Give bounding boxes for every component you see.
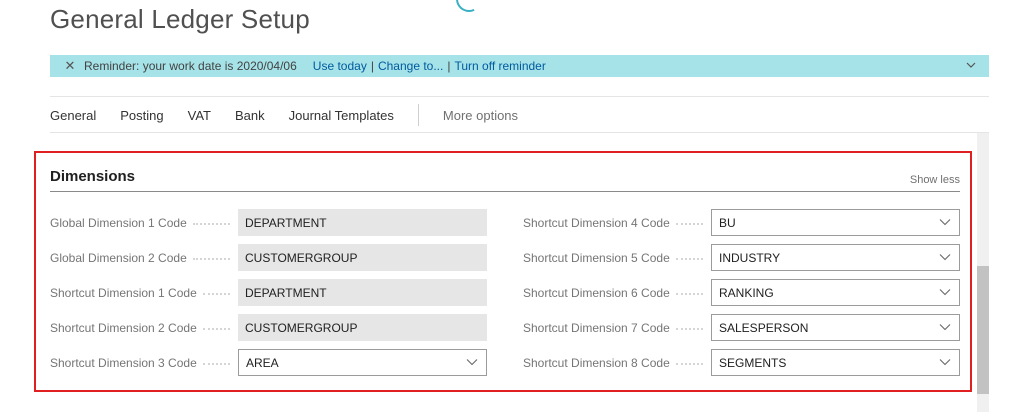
use-today-link[interactable]: Use today bbox=[313, 59, 367, 73]
select-value: AREA bbox=[246, 355, 279, 370]
loading-spinner-icon bbox=[452, 0, 486, 16]
field-leader-dots bbox=[675, 257, 703, 260]
field-leader-dots bbox=[202, 362, 230, 365]
field-leader-dots bbox=[192, 222, 230, 225]
field-leader-dots bbox=[675, 292, 703, 295]
action-general[interactable]: General bbox=[50, 108, 96, 123]
select-value: BU bbox=[719, 215, 736, 230]
chevron-down-icon[interactable] bbox=[939, 358, 951, 366]
action-bar: General Posting VAT Bank Journal Templat… bbox=[50, 100, 518, 130]
shortcut-dimension-8-select[interactable]: SEGMENTS bbox=[711, 349, 960, 376]
action-posting[interactable]: Posting bbox=[120, 108, 163, 123]
field-shortcut-dimension-3: Shortcut Dimension 3 Code AREA bbox=[50, 349, 487, 376]
shortcut-dimension-6-select[interactable]: RANKING bbox=[711, 279, 960, 306]
show-less-link[interactable]: Show less bbox=[910, 174, 960, 186]
scrollbar-thumb[interactable] bbox=[977, 266, 989, 394]
field-global-dimension-1: Global Dimension 1 Code DEPARTMENT bbox=[50, 209, 487, 236]
field-label: Shortcut Dimension 8 Code bbox=[523, 355, 670, 370]
reminder-separator: | bbox=[370, 59, 374, 73]
shortcut-dimension-7-select[interactable]: SALESPERSON bbox=[711, 314, 960, 341]
reminder-text: Reminder: your work date is 2020/04/06 bbox=[84, 59, 297, 73]
action-separator bbox=[417, 104, 419, 126]
select-value: SEGMENTS bbox=[719, 355, 787, 370]
field-label: Global Dimension 1 Code bbox=[50, 215, 187, 230]
field-label: Shortcut Dimension 5 Code bbox=[523, 250, 670, 265]
more-options-button[interactable]: More options bbox=[443, 108, 518, 123]
select-value: RANKING bbox=[719, 285, 774, 300]
field-label: Global Dimension 2 Code bbox=[50, 250, 187, 265]
field-value: CUSTOMERGROUP bbox=[238, 244, 487, 271]
field-leader-dots bbox=[192, 257, 230, 260]
field-shortcut-dimension-1: Shortcut Dimension 1 Code DEPARTMENT bbox=[50, 279, 487, 306]
shortcut-dimension-4-select[interactable]: BU bbox=[711, 209, 960, 236]
chevron-down-icon[interactable] bbox=[939, 288, 951, 296]
field-shortcut-dimension-5: Shortcut Dimension 5 Code INDUSTRY bbox=[523, 244, 960, 271]
section-divider bbox=[50, 191, 960, 192]
section-title: Dimensions bbox=[50, 168, 136, 185]
field-value: DEPARTMENT bbox=[238, 209, 487, 236]
field-value: DEPARTMENT bbox=[238, 279, 487, 306]
divider bbox=[50, 132, 989, 133]
close-icon[interactable]: ✕ bbox=[62, 58, 78, 74]
field-shortcut-dimension-4: Shortcut Dimension 4 Code BU bbox=[523, 209, 960, 236]
change-to-link[interactable]: Change to... bbox=[378, 59, 443, 73]
work-date-reminder-bar: ✕ Reminder: your work date is 2020/04/06… bbox=[50, 55, 989, 77]
field-leader-dots bbox=[675, 327, 703, 330]
chevron-down-icon[interactable] bbox=[965, 58, 977, 72]
action-bank[interactable]: Bank bbox=[235, 108, 265, 123]
select-value: INDUSTRY bbox=[719, 250, 781, 265]
reminder-separator: | bbox=[447, 59, 451, 73]
field-leader-dots bbox=[202, 292, 230, 295]
action-vat[interactable]: VAT bbox=[188, 108, 211, 123]
field-shortcut-dimension-8: Shortcut Dimension 8 Code SEGMENTS bbox=[523, 349, 960, 376]
action-journal-templates[interactable]: Journal Templates bbox=[289, 108, 394, 123]
chevron-down-icon[interactable] bbox=[939, 323, 951, 331]
field-leader-dots bbox=[675, 362, 703, 365]
chevron-down-icon[interactable] bbox=[466, 358, 478, 366]
chevron-down-icon[interactable] bbox=[939, 218, 951, 226]
field-shortcut-dimension-7: Shortcut Dimension 7 Code SALESPERSON bbox=[523, 314, 960, 341]
field-label: Shortcut Dimension 3 Code bbox=[50, 355, 197, 370]
shortcut-dimension-5-select[interactable]: INDUSTRY bbox=[711, 244, 960, 271]
shortcut-dimension-3-select[interactable]: AREA bbox=[238, 349, 487, 376]
field-label: Shortcut Dimension 1 Code bbox=[50, 285, 197, 300]
field-shortcut-dimension-6: Shortcut Dimension 6 Code RANKING bbox=[523, 279, 960, 306]
field-label: Shortcut Dimension 4 Code bbox=[523, 215, 670, 230]
field-label: Shortcut Dimension 2 Code bbox=[50, 320, 197, 335]
field-global-dimension-2: Global Dimension 2 Code CUSTOMERGROUP bbox=[50, 244, 487, 271]
page-title: General Ledger Setup bbox=[50, 4, 310, 34]
turn-off-reminder-link[interactable]: Turn off reminder bbox=[454, 59, 545, 73]
chevron-down-icon[interactable] bbox=[939, 253, 951, 261]
field-label: Shortcut Dimension 6 Code bbox=[523, 285, 670, 300]
field-shortcut-dimension-2: Shortcut Dimension 2 Code CUSTOMERGROUP bbox=[50, 314, 487, 341]
divider bbox=[50, 96, 989, 97]
field-value: CUSTOMERGROUP bbox=[238, 314, 487, 341]
select-value: SALESPERSON bbox=[719, 320, 809, 335]
field-label: Shortcut Dimension 7 Code bbox=[523, 320, 670, 335]
field-leader-dots bbox=[675, 222, 703, 225]
field-leader-dots bbox=[202, 327, 230, 330]
